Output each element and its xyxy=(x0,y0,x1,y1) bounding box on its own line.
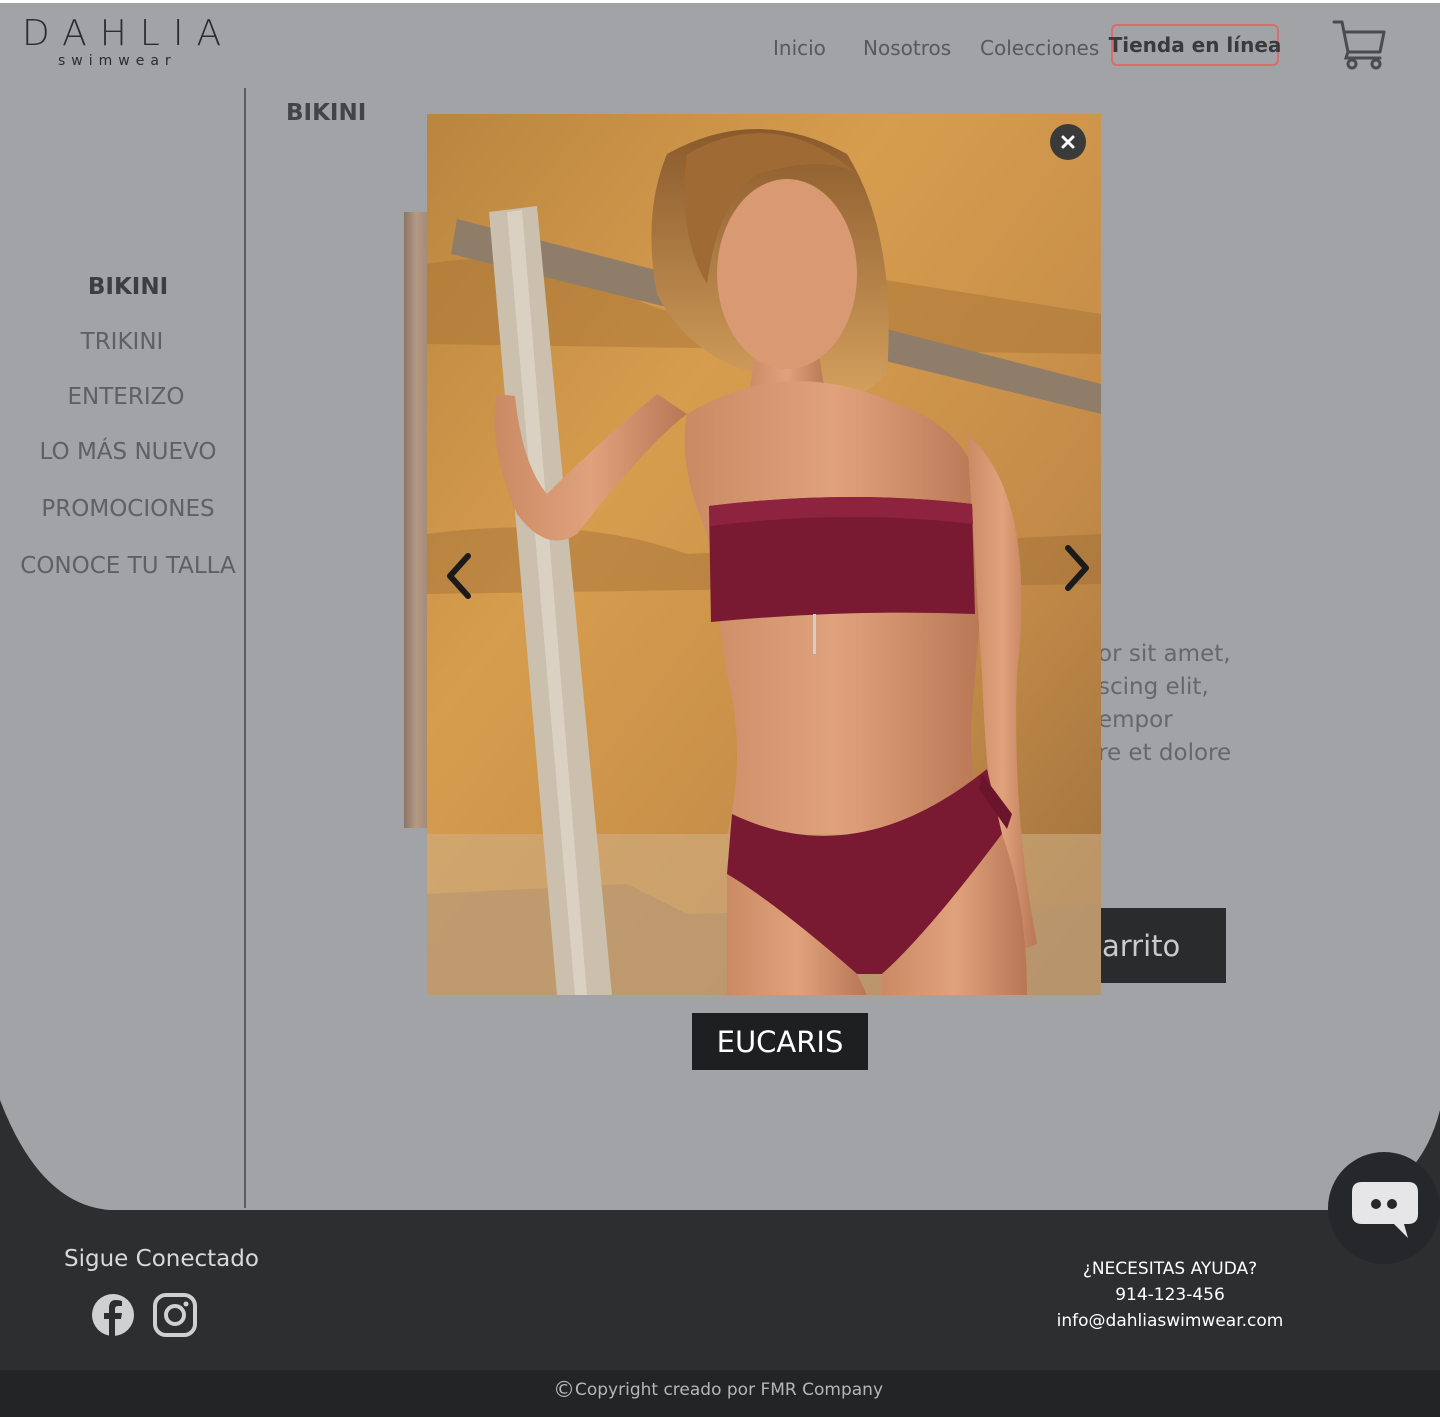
lightbox-image xyxy=(427,114,1101,995)
sidebar-item-trikini[interactable]: TRIKINI xyxy=(0,329,250,355)
chat-button[interactable] xyxy=(1328,1152,1440,1264)
top-border xyxy=(0,0,1440,3)
facebook-icon[interactable] xyxy=(90,1292,136,1338)
product-description: or sit amet, scing elit, empor re et dolore xyxy=(1098,641,1232,766)
logo[interactable]: DAHLIA swimwear xyxy=(22,13,235,69)
prev-image-button[interactable] xyxy=(438,546,478,606)
copyright-text: ©Copyright creado por FMR Company xyxy=(552,1378,884,1403)
lightbox-close-button[interactable] xyxy=(1050,124,1086,160)
sidebar-item-lo-mas-nuevo[interactable]: LO MÁS NUEVO xyxy=(0,439,256,465)
next-image-button[interactable] xyxy=(1058,538,1098,598)
copyright-icon: © xyxy=(552,1378,575,1403)
help-email[interactable]: info@dahliaswimwear.com xyxy=(1020,1308,1320,1334)
logo-tagline: swimwear xyxy=(58,53,177,69)
sidebar-item-bikini[interactable]: BIKINI xyxy=(0,274,256,300)
chevron-left-icon xyxy=(447,553,471,599)
sidebar-item-conoce-tu-talla[interactable]: CONOCE TU TALLA xyxy=(0,553,256,579)
page-title: BIKINI xyxy=(286,100,367,126)
add-to-cart-button[interactable]: arrito xyxy=(1096,908,1226,983)
nav-inicio[interactable]: Inicio xyxy=(773,36,826,60)
cart-icon[interactable] xyxy=(1330,16,1388,72)
help-title: ¿NECESITAS AYUDA? xyxy=(1082,1259,1258,1279)
sidebar-divider xyxy=(244,88,246,1208)
logo-wordmark: DAHLIA xyxy=(22,13,235,54)
chevron-right-icon xyxy=(1065,545,1089,591)
follow-heading: Sigue Conectado xyxy=(64,1246,259,1272)
close-icon xyxy=(1061,135,1075,149)
instagram-icon[interactable] xyxy=(152,1292,198,1338)
nav-tienda-en-linea[interactable]: Tienda en línea xyxy=(1109,24,1281,66)
help-phone[interactable]: 914-123-456 xyxy=(1020,1282,1320,1308)
nav-nosotros[interactable]: Nosotros xyxy=(863,36,951,60)
sidebar-item-promociones[interactable]: PROMOCIONES xyxy=(0,496,256,522)
help-block: ¿NECESITAS AYUDA? 914-123-456 info@dahli… xyxy=(1020,1256,1320,1334)
nav-colecciones[interactable]: Colecciones xyxy=(980,36,1099,60)
lightbox-caption: EUCARIS xyxy=(692,1013,868,1070)
sidebar-item-enterizo[interactable]: ENTERIZO xyxy=(0,384,254,410)
